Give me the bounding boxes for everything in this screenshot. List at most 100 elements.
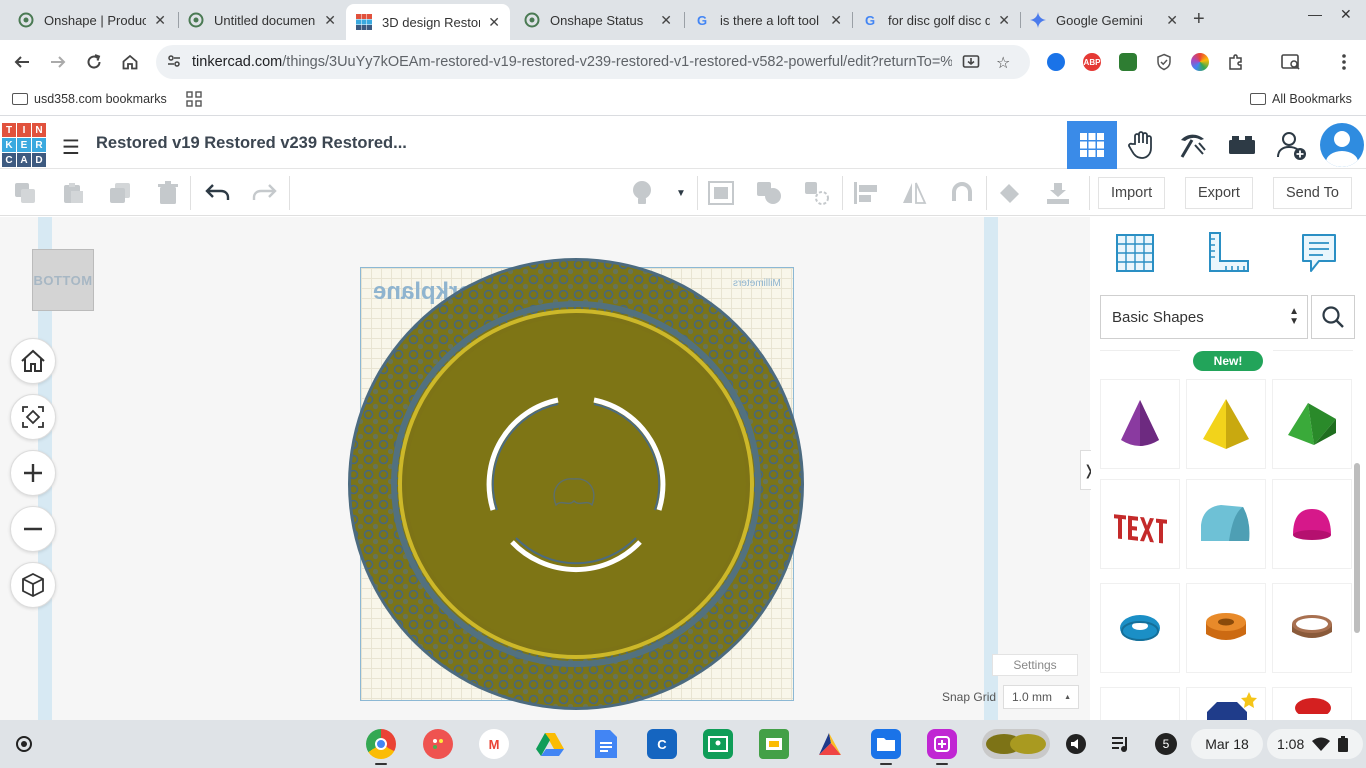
media-controls-icon[interactable] xyxy=(1108,729,1134,759)
minimize-icon[interactable]: — xyxy=(1308,6,1322,22)
drive-icon[interactable] xyxy=(535,729,565,759)
mirror-icon[interactable] xyxy=(901,180,927,206)
shape-search-button[interactable] xyxy=(1311,295,1355,339)
shape-half-cylinder[interactable] xyxy=(1186,479,1266,569)
home-button[interactable] xyxy=(118,50,142,74)
notes-tool-button[interactable] xyxy=(1297,231,1341,275)
align-icon[interactable] xyxy=(853,180,879,206)
shape-torus[interactable] xyxy=(1100,583,1180,673)
settings-button[interactable]: Settings xyxy=(992,654,1078,676)
close-tab-icon[interactable]: ✕ xyxy=(998,12,1010,29)
color-wheel-icon[interactable] xyxy=(1191,53,1209,71)
export-button[interactable]: Export xyxy=(1185,177,1253,209)
status-area[interactable]: 1:08 xyxy=(1267,729,1363,759)
bookmark-folder-usd358[interactable]: usd358.com bookmarks xyxy=(12,92,167,106)
kebab-menu-icon[interactable] xyxy=(1335,53,1353,71)
drop-to-workplane-icon[interactable] xyxy=(1045,180,1071,206)
paste-icon[interactable] xyxy=(60,180,86,206)
screenshot-preview[interactable] xyxy=(982,729,1050,759)
tab-untitled-document[interactable]: Untitled documen ✕ xyxy=(178,4,346,36)
snap-grid-select[interactable]: 1.0 mm ▲ xyxy=(1003,685,1079,709)
zoom-out-button[interactable] xyxy=(10,506,56,552)
invite-user-button[interactable] xyxy=(1267,121,1317,169)
zoom-in-button[interactable] xyxy=(10,450,56,496)
import-button[interactable]: Import xyxy=(1098,177,1166,209)
classroom-icon[interactable] xyxy=(703,729,733,759)
close-window-icon[interactable]: ✕ xyxy=(1340,6,1352,23)
tab-onshape-status[interactable]: Onshape Status ✕ xyxy=(514,4,682,36)
all-bookmarks-button[interactable]: All Bookmarks xyxy=(1250,92,1352,106)
design-title[interactable]: Restored v19 Restored v239 Restored... xyxy=(96,134,407,153)
vpn-icon[interactable] xyxy=(1047,53,1065,71)
gmail-icon[interactable]: M xyxy=(479,729,509,759)
duplicate-icon[interactable] xyxy=(107,180,133,206)
shape-partial[interactable] xyxy=(1272,687,1352,720)
docs-icon[interactable] xyxy=(591,729,621,759)
tab-loft-tool-search[interactable]: G is there a loft tool ✕ xyxy=(684,4,852,36)
tab-3d-design[interactable]: 3D design Restore ✕ xyxy=(346,4,510,40)
fit-view-button[interactable] xyxy=(10,394,56,440)
home-view-button[interactable] xyxy=(10,338,56,384)
notification-count-badge[interactable]: 5 xyxy=(1155,733,1177,755)
tab-search-icon[interactable] xyxy=(1281,53,1301,71)
site-info-icon[interactable] xyxy=(166,53,182,72)
perspective-button[interactable] xyxy=(10,562,56,608)
forward-button[interactable] xyxy=(46,50,70,74)
tinkercad-logo[interactable]: T I N K E R C A D xyxy=(2,123,46,167)
grid-view-button[interactable] xyxy=(1067,121,1117,169)
shape-tube[interactable] xyxy=(1186,583,1266,673)
ruler-tool-button[interactable] xyxy=(1206,231,1250,275)
3d-workspace[interactable]: BOTTOM Workplane Millimeters Settings Sn… xyxy=(0,217,1090,720)
paint-icon[interactable] xyxy=(423,729,453,759)
extension-green-icon[interactable] xyxy=(1119,53,1137,71)
close-tab-icon[interactable]: ✕ xyxy=(154,12,166,29)
shape-text[interactable] xyxy=(1100,479,1180,569)
close-tab-icon[interactable]: ✕ xyxy=(660,12,672,29)
magnet-icon[interactable] xyxy=(949,180,975,206)
shape-partial[interactable] xyxy=(1100,687,1180,720)
canvas-app-icon[interactable] xyxy=(927,729,957,759)
workplane-tool-button[interactable] xyxy=(1113,231,1157,275)
shield-check-icon[interactable] xyxy=(1155,53,1173,71)
extensions-puzzle-icon[interactable] xyxy=(1227,53,1245,71)
mute-icon[interactable] xyxy=(1064,729,1088,759)
bricks-button[interactable] xyxy=(1217,121,1267,169)
redo-icon[interactable] xyxy=(252,180,278,206)
shape-ring[interactable] xyxy=(1272,583,1352,673)
design-menu-icon[interactable]: ☰ xyxy=(62,135,80,160)
shape-library-select[interactable]: Basic Shapes ▲ ▼ xyxy=(1100,295,1308,339)
delete-icon[interactable] xyxy=(155,180,181,206)
chrome-icon[interactable] xyxy=(366,729,396,759)
new-tab-button[interactable]: + xyxy=(1193,8,1205,31)
clever-icon[interactable]: C xyxy=(647,729,677,759)
light-dropdown-icon[interactable]: ▼ xyxy=(668,180,694,206)
shape-cone[interactable] xyxy=(1100,379,1180,469)
reload-button[interactable] xyxy=(82,50,106,74)
date-button[interactable]: Mar 18 xyxy=(1191,729,1263,759)
close-tab-icon[interactable]: ✕ xyxy=(830,12,842,29)
tab-onshape-product[interactable]: Onshape | Produc ✕ xyxy=(8,4,176,36)
apps-grid-icon[interactable] xyxy=(186,91,202,107)
shape-pyramid[interactable] xyxy=(1186,379,1266,469)
tab-disc-golf-search[interactable]: G for disc golf disc d ✕ xyxy=(852,4,1020,36)
ungroup-icon[interactable] xyxy=(804,180,830,206)
paint-bucket-icon[interactable] xyxy=(997,180,1023,206)
close-tab-icon[interactable]: ✕ xyxy=(488,14,500,31)
back-button[interactable] xyxy=(10,50,34,74)
copy-icon[interactable] xyxy=(12,180,38,206)
files-icon[interactable] xyxy=(871,729,901,759)
pickaxe-button[interactable] xyxy=(1167,121,1217,169)
shape-roof[interactable] xyxy=(1272,379,1352,469)
kami-icon[interactable] xyxy=(815,729,845,759)
tinker-hand-button[interactable] xyxy=(1117,121,1167,169)
panel-scrollbar[interactable] xyxy=(1354,463,1360,633)
close-tab-icon[interactable]: ✕ xyxy=(1166,12,1178,29)
disc-model[interactable] xyxy=(346,257,806,713)
group-icon[interactable] xyxy=(756,180,782,206)
url-text[interactable]: tinkercad.com/things/3UuYy7kOEAm-restore… xyxy=(192,54,952,70)
undo-icon[interactable] xyxy=(204,180,230,206)
shape-paraboloid[interactable] xyxy=(1272,479,1352,569)
launcher-button[interactable] xyxy=(16,736,32,752)
slides-icon[interactable] xyxy=(759,729,789,759)
close-tab-icon[interactable]: ✕ xyxy=(324,12,336,29)
